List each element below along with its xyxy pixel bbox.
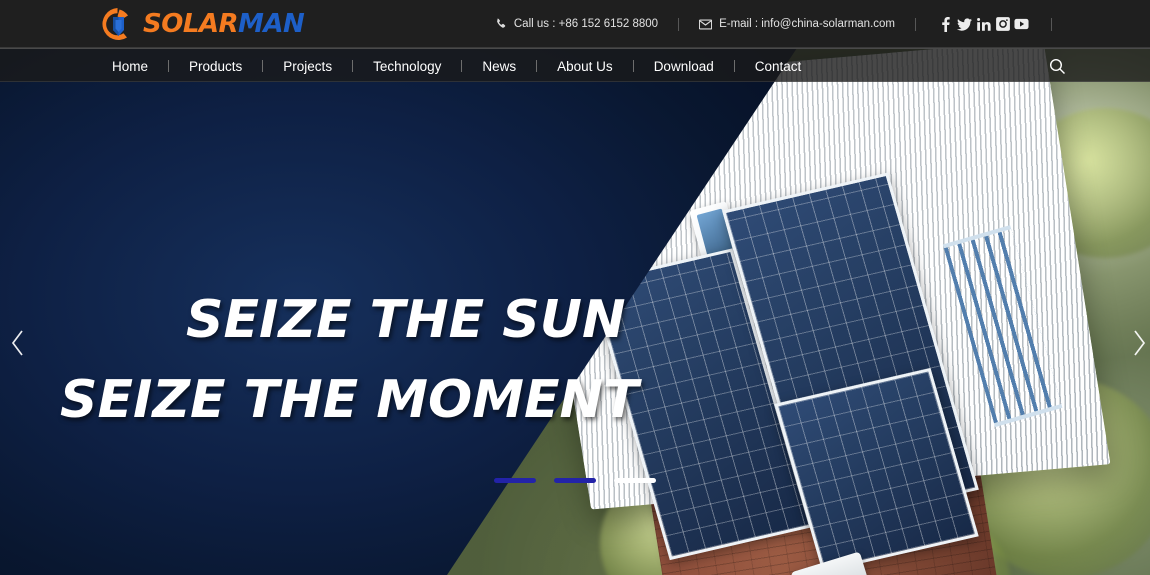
logo-word-primary: SOLAR — [143, 9, 239, 39]
email-label: E-mail : info@china-solarman.com — [719, 18, 895, 30]
email-contact[interactable]: E-mail : info@china-solarman.com — [699, 18, 895, 30]
nav-item-contact[interactable]: Contact — [735, 59, 822, 74]
search-icon[interactable] — [1049, 49, 1066, 83]
main-navigation: Home Products Projects Technology News A… — [0, 48, 1150, 82]
social-links — [936, 14, 1031, 34]
youtube-icon[interactable] — [1012, 14, 1031, 34]
instagram-icon[interactable] — [993, 14, 1012, 34]
top-bar: SOLARMAN Call us : +86 152 6152 8800 E-m… — [0, 0, 1150, 48]
hero-copy: SEIZE THE SUN SEIZE THE MOMENT — [0, 48, 638, 575]
slider-dot-1[interactable] — [494, 478, 536, 483]
nav-item-about-us[interactable]: About Us — [537, 59, 633, 74]
hero-headline-line-1: SEIZE THE SUN — [186, 290, 626, 350]
topbar-divider-2 — [915, 17, 916, 31]
site-logo[interactable]: SOLARMAN — [97, 5, 305, 43]
hero-headline-line-2: SEIZE THE MOMENT — [60, 370, 639, 430]
nav-item-projects[interactable]: Projects — [263, 59, 352, 74]
envelope-icon — [699, 18, 713, 30]
phone-contact[interactable]: Call us : +86 152 6152 8800 — [495, 18, 658, 30]
nav-item-download[interactable]: Download — [634, 59, 734, 74]
hero-slider: SEIZE THE SUN SEIZE THE MOMENT — [0, 48, 1150, 575]
nav-item-products[interactable]: Products — [169, 59, 262, 74]
solar-sun-shield-icon — [97, 5, 137, 43]
phone-label: Call us : +86 152 6152 8800 — [513, 18, 659, 30]
topbar-divider-1 — [678, 17, 680, 31]
slider-pagination — [0, 478, 1150, 483]
twitter-icon[interactable] — [955, 14, 974, 34]
nav-items: Home Products Projects Technology News A… — [104, 49, 821, 83]
slider-dot-2[interactable] — [554, 478, 596, 483]
facebook-icon[interactable] — [936, 14, 955, 34]
phone-icon — [495, 18, 507, 30]
linkedin-icon[interactable] — [974, 14, 993, 34]
nav-item-technology[interactable]: Technology — [353, 59, 461, 74]
chevron-left-icon[interactable] — [2, 323, 32, 363]
topbar-divider-3 — [1051, 17, 1052, 31]
nav-item-home[interactable]: Home — [104, 59, 168, 74]
slider-dot-3[interactable] — [614, 478, 656, 483]
chevron-right-icon[interactable] — [1124, 323, 1150, 363]
logo-wordmark: SOLARMAN — [143, 9, 305, 39]
topbar-contact-group: Call us : +86 152 6152 8800 E-mail : inf… — [495, 0, 1072, 48]
nav-item-news[interactable]: News — [462, 59, 536, 74]
logo-word-secondary: MAN — [238, 9, 305, 39]
